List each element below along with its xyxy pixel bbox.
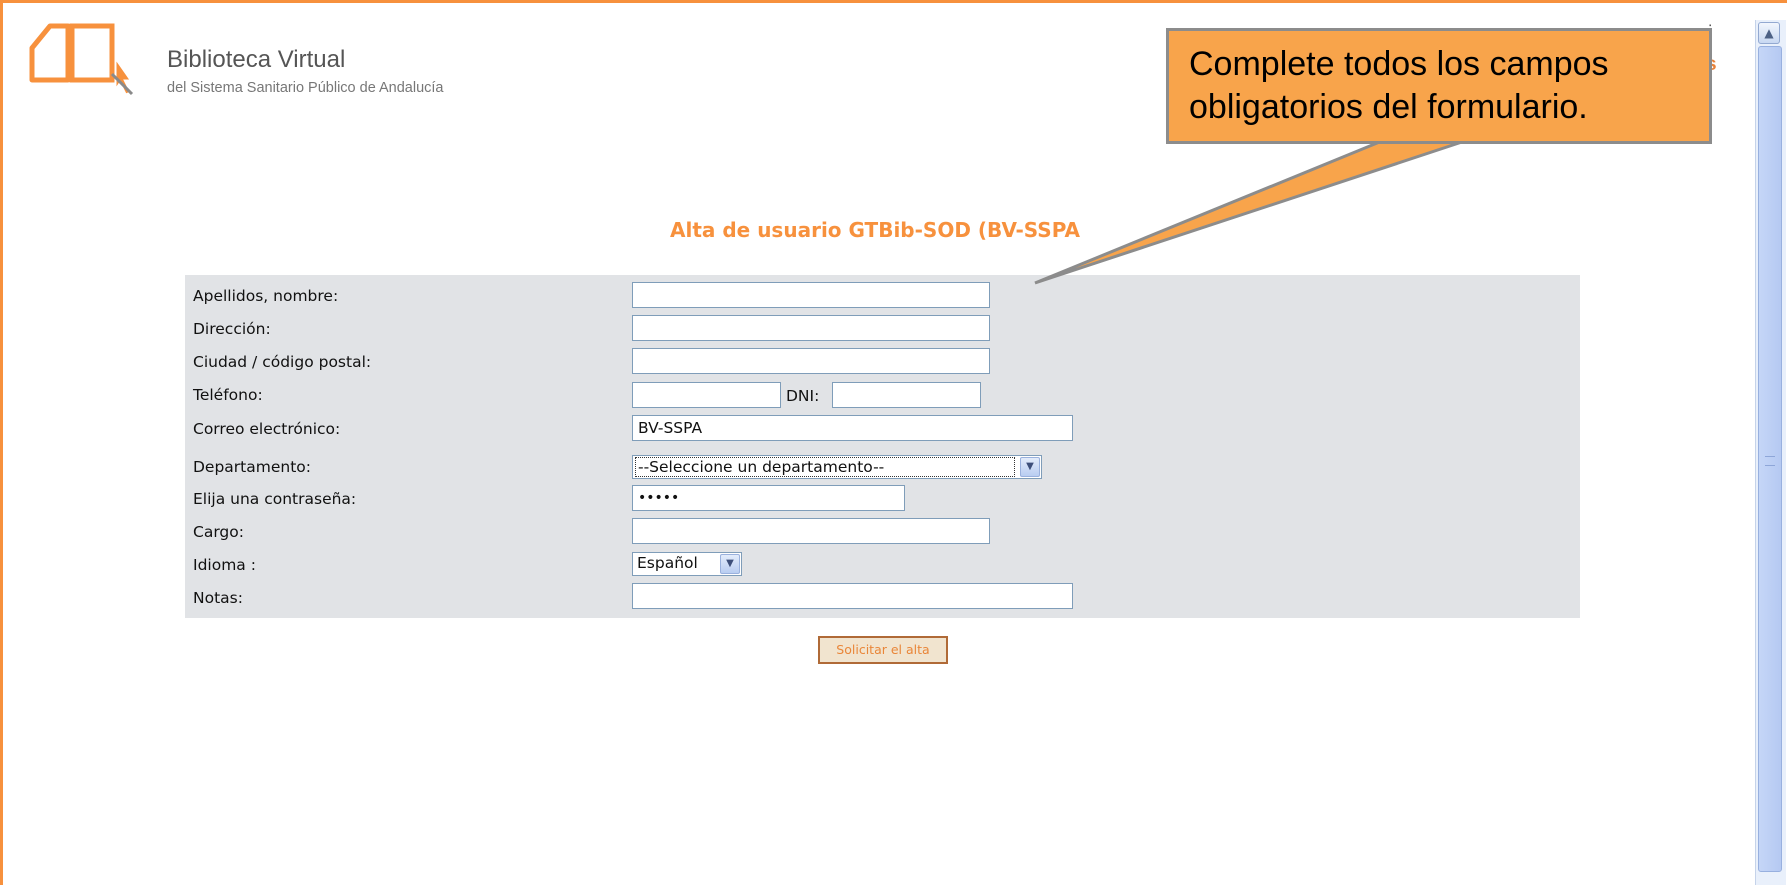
dni-input[interactable] <box>832 382 981 408</box>
departamento-selected-value: --Seleccione un departamento-- <box>635 457 1015 477</box>
scroll-up-arrow-icon[interactable]: ▲ <box>1758 22 1780 44</box>
label-correo-electronico: Correo electrónico: <box>193 420 341 438</box>
solicitar-alta-button[interactable]: Solicitar el alta <box>818 636 948 664</box>
label-apellidos-nombre: Apellidos, nombre: <box>193 287 339 305</box>
label-direccion: Dirección: <box>193 320 271 338</box>
logo-subtitle: del Sistema Sanitario Público de Andaluc… <box>167 80 444 96</box>
label-telefono: Teléfono: <box>193 386 263 404</box>
label-dni: DNI: <box>786 387 820 405</box>
chevron-down-icon[interactable]: ▼ <box>720 554 740 574</box>
instruction-callout: Complete todos los campos obligatorios d… <box>1166 28 1712 144</box>
apellidos-nombre-input[interactable] <box>632 282 990 308</box>
page-title: Alta de usuario GTBib-SOD (BV-SSPA <box>670 218 1080 242</box>
departamento-select[interactable]: --Seleccione un departamento-- ▼ <box>632 455 1042 479</box>
label-ciudad-codigo-postal: Ciudad / código postal: <box>193 353 372 371</box>
label-cargo: Cargo: <box>193 523 244 541</box>
logo-title: Biblioteca Virtual <box>167 46 346 73</box>
label-contrasena: Elija una contraseña: <box>193 490 357 508</box>
scrollbar-grip <box>1765 456 1775 466</box>
direccion-input[interactable] <box>632 315 990 341</box>
label-departamento: Departamento: <box>193 458 311 476</box>
label-notas: Notas: <box>193 589 243 607</box>
site-logo[interactable]: Biblioteca Virtual del Sistema Sanitario… <box>28 22 488 108</box>
idioma-select[interactable]: Español ▼ <box>632 552 742 576</box>
correo-electronico-input[interactable]: BV-SSPA <box>632 415 1073 441</box>
notas-input[interactable] <box>632 583 1073 609</box>
contrasena-input[interactable]: ••••• <box>632 485 905 511</box>
telefono-input[interactable] <box>632 382 781 408</box>
ciudad-codigo-postal-input[interactable] <box>632 348 990 374</box>
cargo-input[interactable] <box>632 518 990 544</box>
callout-line-2: obligatorios del formulario. <box>1189 88 1588 126</box>
callout-line-1: Complete todos los campos <box>1189 45 1609 83</box>
logo-book-cursor-icon <box>29 23 134 96</box>
idioma-selected-value: Español <box>637 554 698 572</box>
label-idioma: Idioma : <box>193 556 256 574</box>
chevron-down-icon[interactable]: ▼ <box>1020 457 1040 477</box>
